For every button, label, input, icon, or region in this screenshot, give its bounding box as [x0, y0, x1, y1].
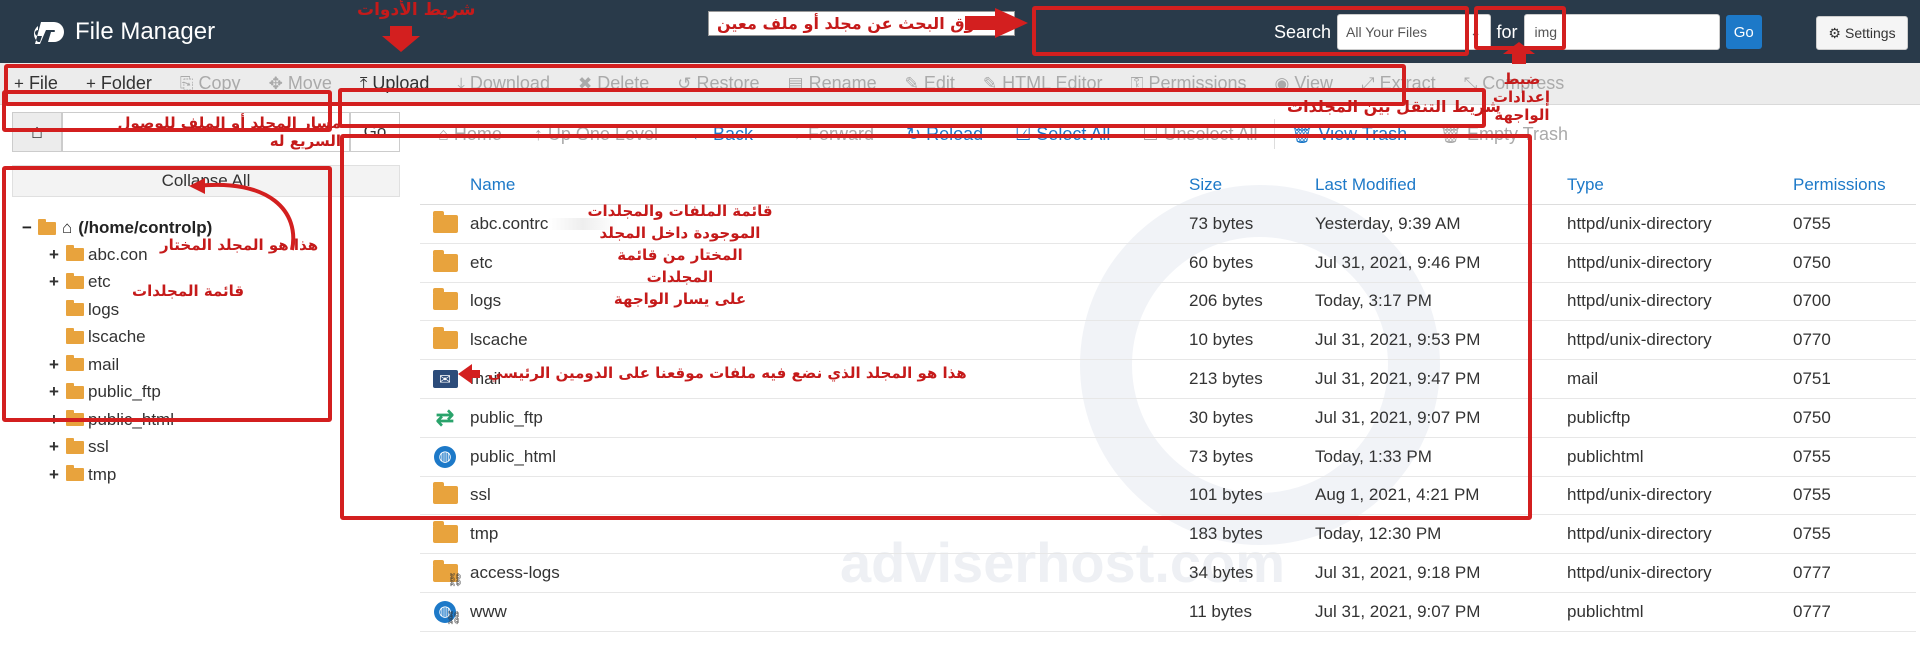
expand-toggle-icon[interactable]: + — [46, 465, 62, 485]
annotation-filelist-line: قائمة الملفات والمجلدات — [587, 202, 773, 220]
file-modified: Jul 31, 2021, 9:07 PM — [1315, 601, 1481, 621]
annotation-filelist-box — [340, 134, 1532, 520]
folder-icon — [432, 521, 458, 544]
file-type: httpd/unix-directory — [1567, 252, 1712, 272]
table-row[interactable]: tmp 183 bytes Today, 12:30 PM httpd/unix-di… — [420, 515, 1916, 555]
annotation-path-box — [2, 90, 332, 132]
file-permissions: 0751 — [1793, 369, 1831, 389]
globe-link-icon: ◍ ⛓ — [434, 600, 462, 625]
annotation-search-box — [1032, 6, 1469, 56]
file-type: httpd/unix-directory — [1567, 485, 1712, 505]
file-size: 183 bytes — [1189, 524, 1263, 544]
expand-toggle-icon[interactable]: + — [46, 437, 62, 457]
tree-item-label: ssl — [88, 437, 109, 457]
file-size: 34 bytes — [1189, 563, 1254, 583]
file-type: httpd/unix-directory — [1567, 213, 1712, 233]
file-type: publichtml — [1567, 446, 1644, 466]
file-name[interactable]: access-logs — [470, 563, 1189, 583]
file-name-text: tmp — [470, 524, 499, 544]
file-permissions: 0700 — [1793, 291, 1831, 311]
annotation-filelist-line: على يسار الواجهة — [613, 290, 747, 308]
annotation-settings-label: ضبط إعدادات الواجهة — [1492, 70, 1550, 124]
annotation-navbar-label: شريط التنقل بين المجلدات — [1287, 97, 1501, 116]
column-type[interactable]: Type — [1567, 175, 1793, 195]
file-permissions: 0750 — [1793, 407, 1831, 427]
file-name-text: access-logs — [470, 563, 560, 583]
file-type: httpd/unix-directory — [1567, 330, 1712, 350]
annotation-filelist-label: قائمة الملفات والمجلدات الموجودة داخل الم… — [585, 200, 775, 310]
table-row[interactable]: ◍ ⛓ www 11 bytes Jul 31, 2021, 9:07 PM public… — [420, 593, 1916, 632]
column-permissions[interactable]: Permissions — [1793, 175, 1913, 195]
annotation-public-html-label: هذا هو المجلد الذي نضع فيه ملفات موقعنا … — [488, 364, 967, 382]
file-type: publichtml — [1567, 601, 1644, 621]
file-icon-cell — [420, 521, 470, 544]
file-type: httpd/unix-directory — [1567, 563, 1712, 583]
annotation-search-label: صندوق البحث عن مجلد أو ملف معين — [708, 11, 1015, 36]
file-permissions: 0755 — [1793, 446, 1831, 466]
tree-item-label: tmp — [88, 464, 117, 484]
cpanel-logo-icon — [34, 22, 64, 44]
annotation-selected-label: هذا هو المجلد المختار — [160, 236, 319, 254]
file-permissions: 0755 — [1793, 213, 1831, 233]
file-modified: Today, 12:30 PM — [1315, 524, 1442, 544]
search-go-button[interactable]: Go — [1725, 15, 1762, 49]
file-name-text: www — [470, 601, 507, 621]
file-icon-cell: ◍ ⛓ — [420, 600, 470, 625]
file-type: httpd/unix-directory — [1567, 291, 1712, 311]
folder-link-icon: ⛓ — [432, 560, 464, 587]
file-size: 11 bytes — [1189, 601, 1253, 621]
annotation-filelist-line: المختار من قائمة المجلدات — [617, 246, 743, 286]
file-type: httpd/unix-directory — [1567, 524, 1712, 544]
file-permissions: 0755 — [1793, 524, 1831, 544]
folder-icon — [66, 465, 84, 482]
folder-icon — [66, 437, 84, 454]
file-modified: Jul 31, 2021, 9:18 PM — [1315, 563, 1481, 583]
annotation-folderlist-label: قائمة المجلدات — [132, 282, 245, 300]
annotation-filelist-line: الموجودة داخل المجلد — [599, 224, 761, 242]
file-type: publicftp — [1567, 407, 1631, 427]
file-permissions: 0750 — [1793, 252, 1831, 272]
file-name[interactable]: www — [470, 602, 1189, 622]
file-permissions: 0770 — [1793, 330, 1831, 350]
app-title: File Manager — [75, 18, 216, 45]
file-icon-cell: ⛓ — [420, 560, 470, 587]
file-type: mail — [1567, 369, 1599, 389]
annotation-toolbar-label: شريط الأدوات — [357, 0, 476, 20]
file-permissions: 0755 — [1793, 485, 1831, 505]
annotation-settings-box — [1474, 6, 1566, 50]
file-name[interactable]: tmp — [470, 524, 1189, 544]
settings-label: Settings — [1844, 25, 1896, 41]
file-permissions: 0777 — [1793, 563, 1831, 583]
gear-icon: ⚙ — [1828, 24, 1841, 41]
table-row[interactable]: ⛓ access-logs 34 bytes Jul 31, 2021, 9:18 P… — [420, 554, 1916, 593]
file-permissions: 0777 — [1793, 601, 1831, 621]
settings-button[interactable]: ⚙ Settings — [1816, 16, 1908, 50]
